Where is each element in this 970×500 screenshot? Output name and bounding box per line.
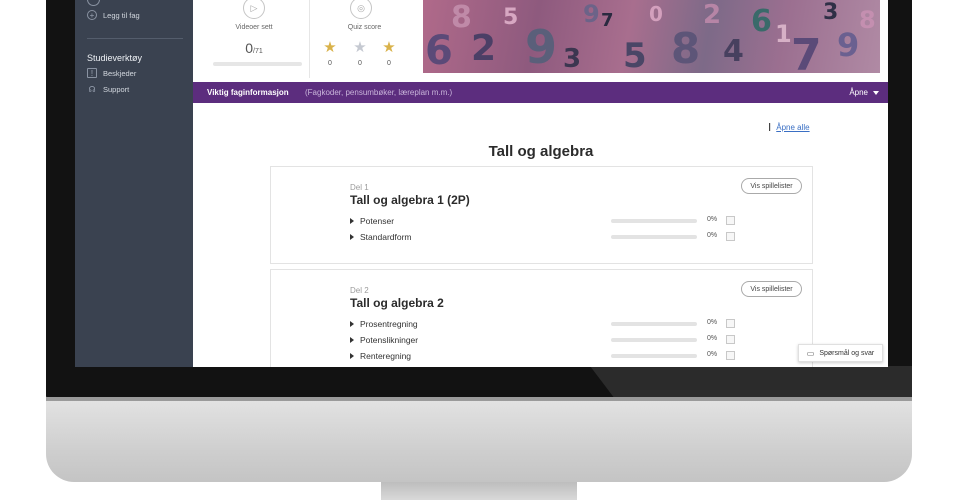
part-label: Del 2	[350, 286, 369, 295]
text-cursor-icon: I	[768, 121, 772, 134]
questions-answers-button[interactable]: ▭ Spørsmål og svar	[798, 344, 883, 362]
topic-label: Potenslikninger	[360, 335, 419, 345]
tools-heading: Studieverktøy	[87, 53, 143, 63]
topic-label: Prosentregning	[360, 319, 418, 329]
topic-percent: 0%	[707, 351, 718, 358]
topic-checkbox[interactable]	[726, 351, 735, 360]
sidebar-item-label: Beskjeder	[103, 68, 137, 78]
videos-label: Videoer sett	[235, 24, 273, 31]
caret-right-icon	[350, 234, 354, 240]
bezel-reflection	[590, 366, 912, 400]
topic-progress-bar	[611, 235, 697, 239]
monitor-chin	[46, 397, 912, 482]
topic-progress-bar	[611, 354, 697, 358]
videos-count: 0/71	[201, 40, 307, 58]
monitor-stand	[381, 482, 577, 500]
topic-row[interactable]: Standardform 0%	[350, 231, 735, 243]
silver-star-score: ★ 0	[350, 40, 370, 67]
add-subject-label: Legg til fag	[103, 10, 140, 20]
qa-label: Spørsmål og svar	[819, 349, 875, 357]
topic-row[interactable]: Renteregning 0%	[350, 350, 735, 362]
quiz-icon: ◎	[350, 0, 372, 19]
topic-progress-bar	[611, 322, 697, 326]
info-bar-title: Viktig faginformasjon	[207, 88, 289, 97]
part-label: Del 1	[350, 183, 369, 192]
sidebar-top-icon[interactable]	[87, 0, 100, 6]
info-bar-open-toggle[interactable]: Åpne	[849, 88, 879, 97]
videos-progress-bar	[213, 62, 302, 66]
gold-star-score-2: ★ 0	[379, 40, 399, 67]
topic-progress-bar	[611, 338, 697, 342]
quiz-label: Quiz score	[347, 24, 382, 31]
videos-watched-count: 0	[245, 40, 254, 56]
topic-checkbox[interactable]	[726, 335, 735, 344]
topic-percent: 0%	[707, 335, 718, 342]
important-info-bar[interactable]: Viktig faginformasjon (Fagkoder, pensumb…	[193, 82, 888, 103]
part-title: Tall og algebra 1 (2P)	[350, 193, 470, 207]
plus-icon: +	[87, 10, 97, 20]
topic-row[interactable]: Potenser 0%	[350, 215, 735, 227]
gold-star-icon: ★	[382, 39, 396, 56]
chevron-down-icon	[873, 90, 879, 95]
sidebar: + Legg til fag Studieverktøy ! Beskjeder…	[75, 0, 193, 367]
open-all-control[interactable]: I Åpne alle	[768, 121, 810, 134]
open-all-link[interactable]: Åpne alle	[776, 123, 809, 132]
caret-right-icon	[350, 337, 354, 343]
topic-percent: 0%	[707, 319, 718, 326]
show-playlists-button[interactable]: Vis spillelister	[741, 178, 802, 194]
sidebar-divider	[87, 38, 183, 39]
caret-right-icon	[350, 353, 354, 359]
caret-right-icon	[350, 321, 354, 327]
part-card-1: Del 1 Tall og algebra 1 (2P) Vis spillel…	[270, 166, 813, 264]
star-count: 0	[387, 60, 391, 67]
topic-label: Standardform	[360, 232, 412, 242]
videos-total: /71	[253, 48, 263, 55]
monitor-chin-edge	[46, 397, 912, 401]
part-title: Tall og algebra 2	[350, 296, 444, 310]
info-bar-subtitle: (Fagkoder, pensumbøker, læreplan m.m.)	[305, 88, 453, 97]
topic-row[interactable]: Potenslikninger 0%	[350, 334, 735, 346]
sidebar-item-label: Support	[103, 84, 130, 94]
topic-checkbox[interactable]	[726, 232, 735, 241]
topic-label: Potenser	[360, 216, 395, 226]
topic-label: Renteregning	[360, 351, 412, 361]
message-icon: !	[87, 68, 97, 78]
gold-star-score: ★ 0	[320, 40, 340, 67]
gold-star-icon: ★	[323, 39, 337, 56]
open-label: Åpne	[849, 88, 868, 97]
topic-checkbox[interactable]	[726, 216, 735, 225]
quiz-score-panel: ◎ Quiz score ★ 0 ★ 0 ★ 0	[309, 0, 419, 78]
star-count: 0	[358, 60, 362, 67]
subject-banner-image: 6 8 2 5 9 3 9 7 5 0 8 2 4 6 1 7 3 9 8	[423, 0, 880, 73]
caret-right-icon	[350, 218, 354, 224]
show-playlists-button[interactable]: Vis spillelister	[741, 281, 802, 297]
section-title: Tall og algebra	[488, 143, 594, 160]
play-icon: ▷	[243, 0, 265, 19]
topic-row[interactable]: Prosentregning 0%	[350, 318, 735, 330]
app-screen: + Legg til fag Studieverktøy ! Beskjeder…	[75, 0, 888, 367]
topic-progress-bar	[611, 219, 697, 223]
topic-percent: 0%	[707, 232, 718, 239]
topic-percent: 0%	[707, 216, 718, 223]
add-subject-button[interactable]: + Legg til fag	[87, 10, 140, 20]
part-card-2: Del 2 Tall og algebra 2 Vis spillelister…	[270, 269, 813, 367]
chat-icon: ▭	[806, 348, 815, 358]
headset-icon: ☊	[88, 84, 96, 94]
star-count: 0	[328, 60, 332, 67]
videos-watched-panel: ▷ Videoer sett 0/71	[201, 0, 307, 78]
silver-star-icon: ★	[353, 39, 367, 56]
topic-checkbox[interactable]	[726, 319, 735, 328]
sidebar-item-support[interactable]: ☊ Support	[87, 84, 129, 94]
sidebar-item-messages[interactable]: ! Beskjeder	[87, 68, 136, 78]
